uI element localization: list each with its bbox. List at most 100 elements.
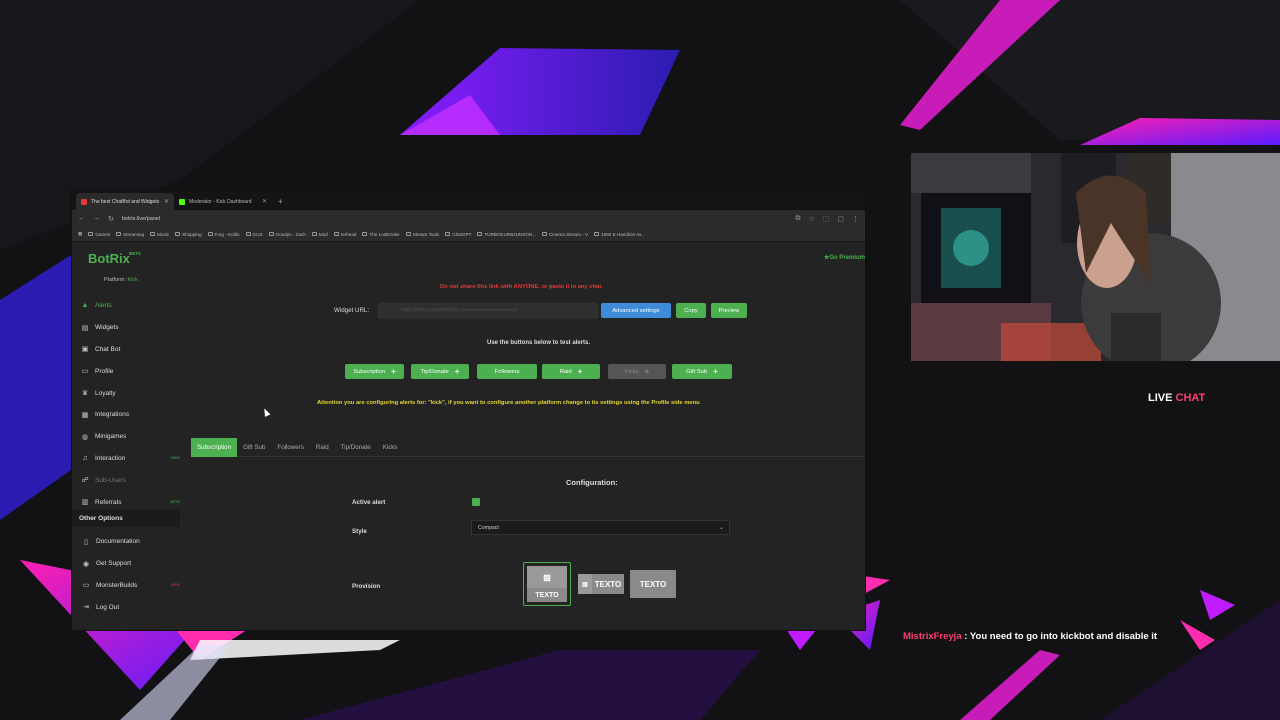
browser-tab-kick[interactable]: Moderator - Kick Dashboard ✕ <box>174 193 272 210</box>
browser-tab-bar: The best ChatBot and Widgets ✕ Moderator… <box>72 191 865 210</box>
bookmark-item[interactable]: Cinema Stream - V <box>542 232 588 237</box>
sidebar-item-alerts[interactable]: ▲ Alerts <box>72 295 180 317</box>
sidebar-item-log-out[interactable]: ⇥ Log Out <box>72 596 180 618</box>
referrals-icon: ▥ <box>81 499 89 507</box>
forward-icon[interactable]: → <box>93 215 100 222</box>
test-raid-button[interactable]: Raid + <box>542 364 600 379</box>
botrix-logo[interactable]: BotRix BETA <box>88 251 141 266</box>
reload-icon[interactable]: ↻ <box>108 215 114 223</box>
provision-option-image-behind[interactable]: TEXTO <box>629 562 677 606</box>
sidebar-item-tag: NEW <box>171 456 180 461</box>
plus-icon: + <box>454 367 460 376</box>
test-gift-sub-button[interactable]: Gift Sub + <box>672 364 732 379</box>
sidebar: BotRix BETA Platform: Kick ▲ Alerts ▤ Widge… <box>72 242 180 630</box>
bookmark-item[interactable]: Music <box>150 232 169 237</box>
folder-icon <box>594 232 600 236</box>
sidebar-item-chat-bot[interactable]: ▣ Chat Bot <box>72 339 180 361</box>
bookmark-item[interactable]: GUS <box>245 232 263 237</box>
style-select[interactable]: Compact ⌄ <box>471 520 730 535</box>
preview-button[interactable]: Preview <box>711 303 747 318</box>
provision-text: TEXTO <box>630 570 676 598</box>
bookmark-item[interactable]: Mod <box>311 232 328 237</box>
folder-icon <box>207 232 213 236</box>
test-button-label: Kicks <box>624 368 639 375</box>
chat-text: : You need to go into kickbot and disabl… <box>961 631 1158 642</box>
test-button-label: Raid <box>559 368 572 375</box>
close-tab-icon[interactable]: ✕ <box>262 198 267 205</box>
folder-icon <box>245 232 251 236</box>
style-value: Compact <box>478 524 499 531</box>
sidebar-item-widgets[interactable]: ▤ Widgets <box>72 317 180 339</box>
bookmark-item[interactable]: Goodyn - Zach <box>268 231 306 237</box>
bookmark-item[interactable]: Streaming <box>116 232 144 237</box>
kick-favicon-icon <box>179 198 185 205</box>
bookmark-label: Ierhead <box>340 231 357 237</box>
test-button-label: Subscription <box>353 368 386 375</box>
plus-icon: + <box>713 367 718 376</box>
sidebar-item-label: Documentation <box>96 538 140 546</box>
sidebar-item-loyalty[interactable]: ♛ Loyalty <box>72 382 180 404</box>
go-premium-link[interactable]: ★Go Premium <box>824 254 865 261</box>
sidebar-item-interaction[interactable]: ♫ Interaction NEW <box>72 448 180 470</box>
sidebar-item-documentation[interactable]: ▯ Documentation <box>72 531 180 553</box>
bookmark-label: Forg - Kotlin <box>214 231 240 237</box>
bookmark-item[interactable]: Ierhead <box>333 231 357 237</box>
apps-icon[interactable]: ▦ <box>78 231 82 237</box>
provision-option-image-top[interactable]: ▨ TEXTO <box>523 562 571 606</box>
style-label: Style <box>352 528 367 535</box>
back-icon[interactable]: ← <box>78 215 85 222</box>
folder-icon <box>445 232 451 236</box>
folder-icon <box>88 232 94 236</box>
tab-followers[interactable]: Followers <box>271 438 309 457</box>
bookmark-star-icon[interactable]: ☆ <box>808 215 814 223</box>
sidebar-item-label: Get Support <box>96 560 132 568</box>
chevron-down-icon: ⌄ <box>718 525 724 531</box>
test-tip-donate-button[interactable]: Tip/Donate + <box>411 364 469 379</box>
bookmark-item[interactable]: Shopping <box>175 232 202 237</box>
new-tab-icon[interactable]: + <box>278 197 283 206</box>
advanced-settings-button[interactable]: Advanced settings <box>601 303 671 318</box>
widget-url-input[interactable]: https://botrix.live/alerts?bid=xxxxxxxxx… <box>378 303 598 318</box>
test-followers-button[interactable]: Followers <box>477 364 537 379</box>
other-options-heading: Other Options <box>72 510 180 527</box>
url-input[interactable]: botrix.live/panel <box>122 216 788 222</box>
sidebar-item-integrations[interactable]: ▦ Integrations <box>72 404 180 426</box>
bookmark-item[interactable]: Forg - Kotlin <box>207 231 240 237</box>
install-icon[interactable]: ⧉ <box>795 215 800 223</box>
folder-icon <box>333 232 339 236</box>
bookmark-item[interactable]: TURBOKURBJUNSON... <box>477 232 536 237</box>
menu-icon[interactable]: ⋮ <box>852 215 859 223</box>
sidebar-item-sub-users[interactable]: ☍ Sub-Users <box>72 469 180 491</box>
test-kicks-button[interactable]: Kicks + <box>608 364 666 379</box>
tab-gift-sub[interactable]: Gift Sub <box>237 438 271 457</box>
provision-option-image-left[interactable]: ▨ TEXTO <box>576 562 626 606</box>
tab-title: Moderator - Kick Dashboard <box>189 198 252 205</box>
users-icon: ☍ <box>81 477 89 485</box>
tab-kicks[interactable]: Kicks <box>377 438 404 457</box>
tab-subscription[interactable]: Subscription <box>191 438 238 457</box>
bookmark-item[interactable]: 1560 E Hamilton Av... <box>594 232 645 237</box>
bookmark-item[interactable]: The LostDrake <box>362 232 400 237</box>
bookmark-label: ChatGPT <box>452 231 472 237</box>
bookmark-label: Cinema Stream - V <box>549 231 589 237</box>
tab-raid[interactable]: Raid <box>310 438 335 457</box>
test-subscription-button[interactable]: Subscription + <box>345 364 404 379</box>
bookmark-label: Goodyn - Zach <box>275 231 306 237</box>
sidebar-item-get-support[interactable]: ◉ Get Support <box>72 553 180 575</box>
profile-icon[interactable]: ▢ <box>837 215 844 223</box>
tab-tip-donate[interactable]: Tip/Donate <box>335 438 377 457</box>
folder-icon <box>175 232 181 236</box>
bookmark-item[interactable]: Games <box>88 232 110 237</box>
active-alert-checkbox[interactable] <box>472 498 480 506</box>
sidebar-item-minigames[interactable]: ◍ Minigames <box>72 426 180 448</box>
sidebar-item-monsterbuilds[interactable]: ▭ MonsterBuilds NEW <box>72 575 180 597</box>
copy-button[interactable]: Copy <box>676 303 706 318</box>
extensions-icon[interactable]: ⬚ <box>823 215 830 223</box>
bookmark-item[interactable]: ChatGPT <box>445 232 471 237</box>
bookmark-item[interactable]: Stream Tools <box>405 232 439 237</box>
sidebar-item-profile[interactable]: ▭ Profile <box>72 360 180 382</box>
browser-tab-botrix[interactable]: The best ChatBot and Widgets ✕ <box>76 193 174 210</box>
logout-icon: ⇥ <box>83 604 89 612</box>
close-tab-icon[interactable]: ✕ <box>164 198 169 205</box>
share-warning: Do not share this link with ANYONE, or p… <box>440 284 603 290</box>
